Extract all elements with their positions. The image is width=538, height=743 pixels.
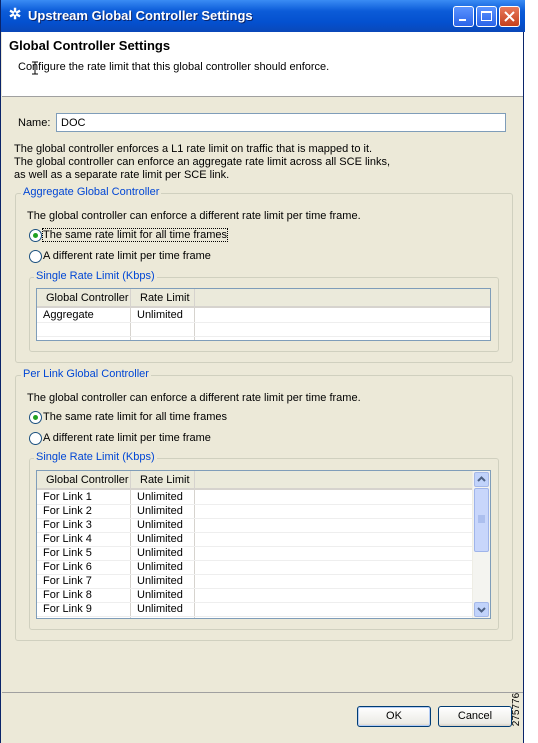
table-header: Global Controller Rate Limit xyxy=(37,289,490,308)
aggregate-radio-same-label[interactable]: The same rate limit for all time frames xyxy=(42,228,228,242)
page-description: Configure the rate limit that this globa… xyxy=(18,61,330,73)
table-header: Global Controller Rate Limit xyxy=(37,471,474,490)
column-header-controller[interactable]: Global Controller xyxy=(46,292,129,304)
vertical-scrollbar[interactable] xyxy=(472,471,490,618)
rate-limit-cell[interactable]: Unlimited xyxy=(137,603,183,616)
page-title: Global Controller Settings xyxy=(9,38,171,53)
arrow-up-icon xyxy=(477,476,486,482)
table-row[interactable]: For Link 3 Unlimited xyxy=(37,519,474,533)
aggregate-radio-different-label[interactable]: A different rate limit per time frame xyxy=(43,250,211,262)
minimize-button[interactable] xyxy=(453,6,474,27)
per-link-radio-different-label[interactable]: A different rate limit per time frame xyxy=(43,432,211,444)
per-link-group-title: Per Link Global Controller xyxy=(21,368,151,380)
controller-cell: For Link 4 xyxy=(43,533,92,545)
aggregate-table: Global Controller Rate Limit Aggregate U… xyxy=(36,288,491,341)
per-link-table: Global Controller Rate Limit For Link 1 … xyxy=(36,470,491,619)
table-row[interactable]: For Link 2 Unlimited xyxy=(37,505,474,519)
controller-cell: For Link 3 xyxy=(43,519,92,531)
name-input[interactable] xyxy=(56,113,506,132)
ok-button[interactable]: OK xyxy=(357,706,431,727)
rate-limit-cell[interactable]: Unlimited xyxy=(137,505,183,518)
table-row[interactable]: Aggregate Unlimited xyxy=(37,309,490,323)
controller-cell: For Link 7 xyxy=(43,575,92,587)
maximize-button[interactable] xyxy=(476,6,497,27)
table-row[interactable]: For Link 7 Unlimited xyxy=(37,575,474,589)
controller-cell: For Link 2 xyxy=(43,505,92,517)
rate-limit-cell[interactable]: Unlimited xyxy=(137,519,183,532)
grip-icon xyxy=(478,515,485,523)
minimize-icon xyxy=(459,19,466,21)
aggregate-description: The global controller can enforce a diff… xyxy=(27,210,361,222)
rate-limit-cell[interactable]: Unlimited xyxy=(137,589,183,602)
aggregate-rate-group-title: Single Rate Limit (Kbps) xyxy=(34,270,157,282)
table-row[interactable]: For Link 1 Unlimited xyxy=(37,491,474,505)
rate-limit-cell[interactable]: Unlimited xyxy=(137,533,183,546)
table-row[interactable]: For Link 6 Unlimited xyxy=(37,561,474,575)
per-link-radio-different[interactable] xyxy=(29,432,42,445)
title-bar[interactable]: ✲ Upstream Global Controller Settings xyxy=(1,0,525,32)
aggregate-radio-same[interactable] xyxy=(29,229,42,242)
rate-limit-cell[interactable]: Unlimited xyxy=(137,561,183,574)
per-link-radio-same[interactable] xyxy=(29,411,42,424)
intro-line-1: The global controller enforces a L1 rate… xyxy=(14,143,373,155)
close-icon xyxy=(504,11,515,22)
footer-divider xyxy=(2,692,523,693)
table-row-empty xyxy=(37,323,490,337)
table-row[interactable]: For Link 5 Unlimited xyxy=(37,547,474,561)
rate-limit-cell[interactable]: Unlimited xyxy=(137,309,183,322)
aggregate-group-title: Aggregate Global Controller xyxy=(21,186,162,198)
per-link-description: The global controller can enforce a diff… xyxy=(27,392,361,404)
controller-cell: Aggregate xyxy=(43,309,94,321)
column-header-rate-limit[interactable]: Rate Limit xyxy=(140,474,190,486)
window-title: Upstream Global Controller Settings xyxy=(28,8,253,23)
text-cursor-icon xyxy=(32,61,38,75)
scroll-thumb[interactable] xyxy=(474,488,489,552)
intro-line-3: as well as a separate rate limit per SCE… xyxy=(14,169,230,181)
column-header-rate-limit[interactable]: Rate Limit xyxy=(140,292,190,304)
cisco-sce-icon: ✲ xyxy=(8,6,22,23)
controller-cell: For Link 9 xyxy=(43,603,92,615)
rate-limit-cell[interactable]: Unlimited xyxy=(137,575,183,588)
controller-cell: For Link 5 xyxy=(43,547,92,559)
controller-cell: For Link 6 xyxy=(43,561,92,573)
dialog-window: ✲ Upstream Global Controller Settings Gl… xyxy=(0,0,525,743)
column-header-controller[interactable]: Global Controller xyxy=(46,474,129,486)
rate-limit-cell[interactable]: Unlimited xyxy=(137,547,183,560)
table-row[interactable]: For Link 9 Unlimited xyxy=(37,603,474,617)
intro-line-2: The global controller can enforce an agg… xyxy=(14,156,391,168)
scroll-down-button[interactable] xyxy=(474,602,489,617)
cancel-button[interactable]: Cancel xyxy=(438,706,512,727)
rate-limit-cell[interactable]: Unlimited xyxy=(137,491,183,504)
maximize-icon xyxy=(481,11,492,21)
figure-id: 275776 xyxy=(511,680,538,743)
controller-cell: For Link 8 xyxy=(43,589,92,601)
close-button[interactable] xyxy=(499,6,520,27)
arrow-down-icon xyxy=(477,607,486,613)
figure-id-text: 275776 xyxy=(511,692,523,727)
table-row[interactable]: For Link 8 Unlimited xyxy=(37,589,474,603)
dialog-header: Global Controller Settings Configure the… xyxy=(2,32,523,97)
table-row[interactable]: For Link 4 Unlimited xyxy=(37,533,474,547)
scroll-up-button[interactable] xyxy=(474,472,489,487)
per-link-rate-group-title: Single Rate Limit (Kbps) xyxy=(34,451,157,463)
controller-cell: For Link 1 xyxy=(43,491,92,503)
name-label: Name: xyxy=(18,117,51,129)
aggregate-radio-different[interactable] xyxy=(29,250,42,263)
per-link-radio-same-label[interactable]: The same rate limit for all time frames xyxy=(43,411,227,423)
